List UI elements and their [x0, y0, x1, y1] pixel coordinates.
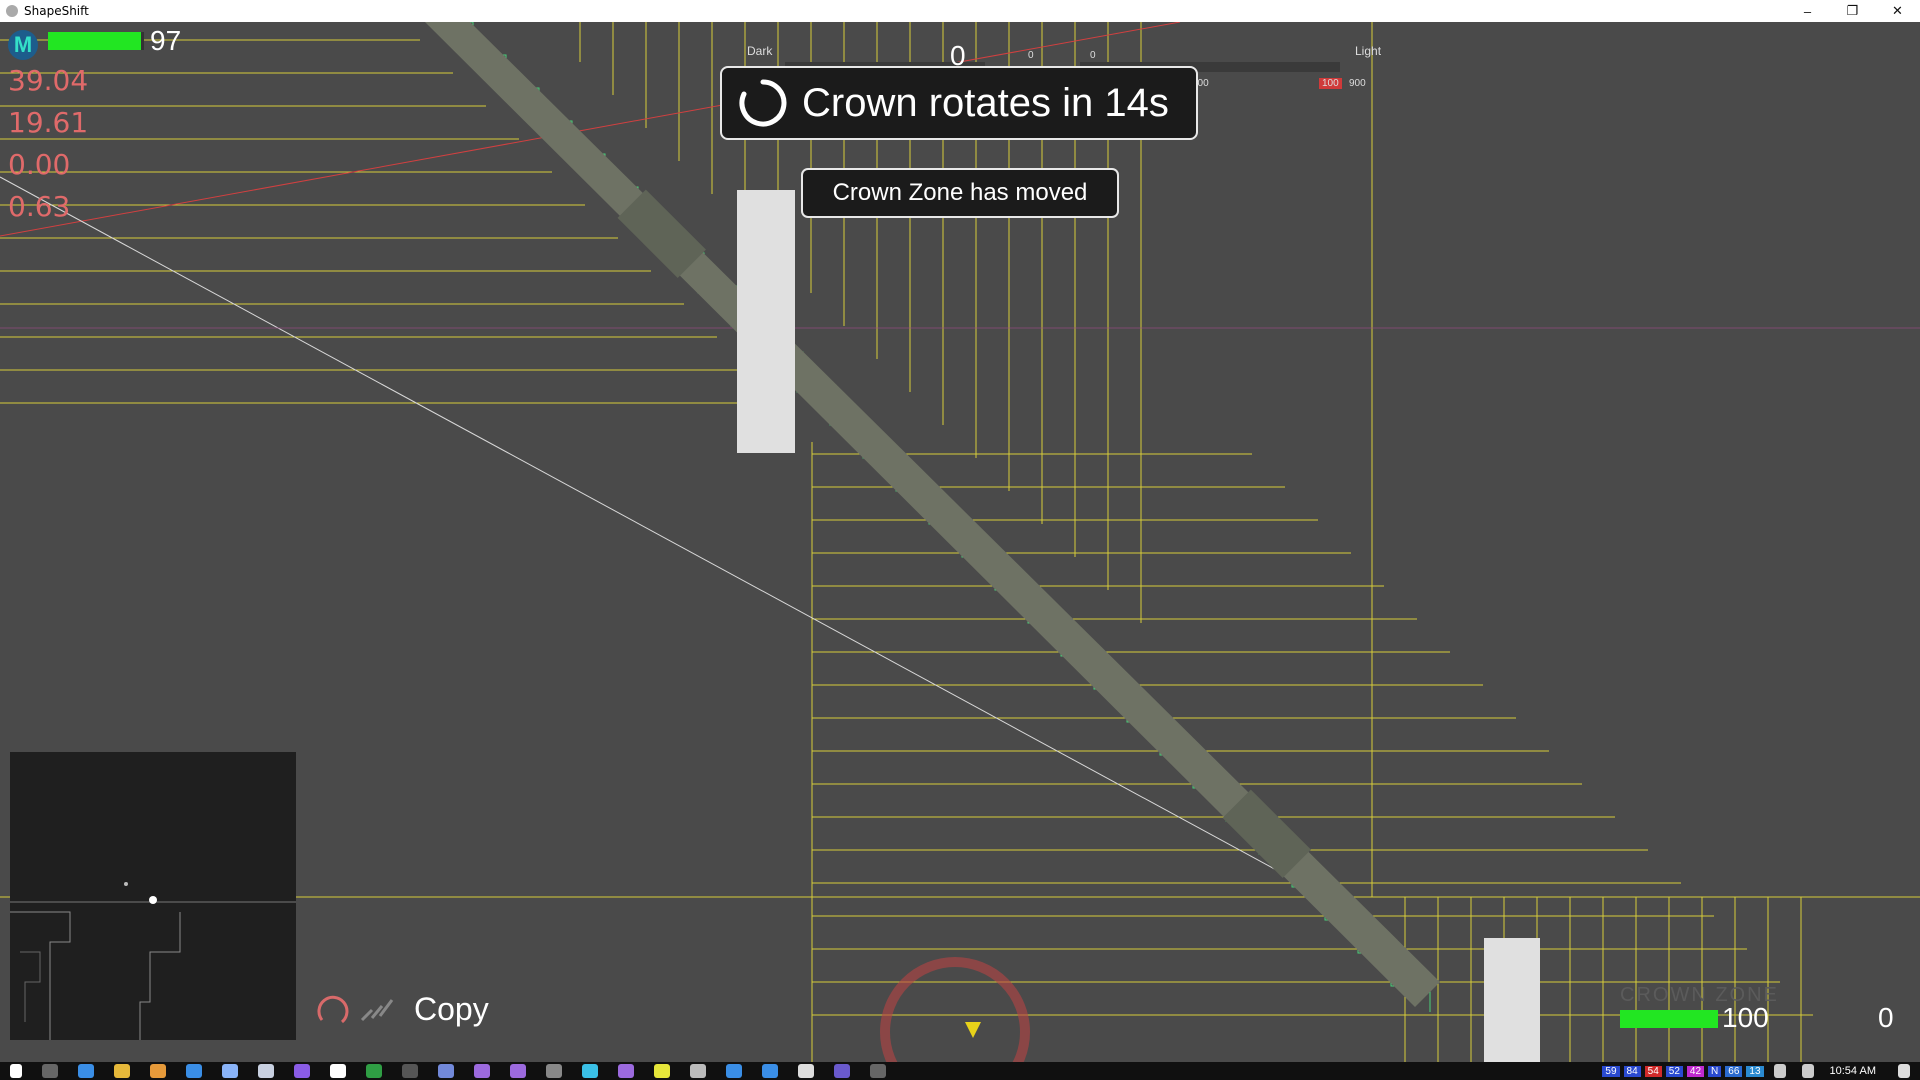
stat-value: 39.04	[8, 64, 89, 97]
crown-health-value: 100	[1722, 1002, 1769, 1033]
stat-value: 19.61	[8, 106, 89, 139]
tray-badge[interactable]: 42	[1686, 1065, 1705, 1077]
tray-badge[interactable]: 66	[1725, 1065, 1743, 1077]
dark-label: Dark	[747, 44, 773, 58]
app-icon[interactable]	[654, 1064, 670, 1078]
steam-icon[interactable]	[258, 1064, 274, 1078]
app-icon[interactable]	[834, 1064, 850, 1078]
app-icon[interactable]	[690, 1064, 706, 1078]
light-max: 900	[1349, 78, 1366, 89]
balance-light-small: 0	[1090, 50, 1096, 61]
tray-badge[interactable]: 13	[1746, 1065, 1764, 1077]
restore-button[interactable]: ❐	[1830, 0, 1875, 22]
window-titlebar: ShapeShift – ❐ ✕	[0, 0, 1920, 22]
notification-icon[interactable]	[1898, 1064, 1910, 1078]
window-title: ShapeShift	[24, 4, 89, 18]
folder-icon[interactable]	[114, 1064, 130, 1078]
stat-value: 0.00	[8, 148, 71, 181]
terminal-icon[interactable]	[402, 1064, 418, 1078]
crown-health-bar	[1620, 1010, 1718, 1028]
taskbar-clock[interactable]: 10:54 AM	[1830, 1065, 1876, 1077]
crown-marker-icon	[965, 1022, 981, 1038]
light-marker: 100	[1319, 78, 1342, 89]
shapeshift-icon[interactable]	[870, 1064, 886, 1078]
network-icon[interactable]	[1801, 1064, 1814, 1078]
app-icon[interactable]	[474, 1064, 490, 1078]
enemy-dot	[124, 882, 128, 886]
app-icon[interactable]	[510, 1064, 526, 1078]
player-dot	[149, 896, 157, 904]
minimize-button[interactable]: –	[1785, 0, 1830, 22]
tray-badge[interactable]: 59	[1602, 1065, 1620, 1077]
white-pillar	[737, 190, 795, 453]
tray-badge[interactable]: N	[1708, 1065, 1722, 1077]
ability-slot[interactable]: Copy	[314, 990, 489, 1028]
stat-value: 0.63	[8, 190, 71, 223]
app-icon[interactable]	[150, 1064, 166, 1078]
crown-timer-text: Crown rotates in 14s	[802, 80, 1169, 125]
app-icon[interactable]	[582, 1064, 598, 1078]
minimap-geometry	[10, 882, 296, 1040]
tray-badge[interactable]: 52	[1665, 1065, 1683, 1077]
app-icon[interactable]	[798, 1064, 814, 1078]
debug-stats: 39.04 19.61 0.00 0.63	[8, 60, 88, 228]
app-icon[interactable]	[726, 1064, 742, 1078]
crown-zone-notification: Crown Zone has moved	[801, 168, 1119, 218]
task-view-icon[interactable]	[42, 1064, 58, 1078]
app-icon	[6, 5, 18, 17]
crown-zone-ring	[880, 957, 1030, 1062]
loading-spinner-icon	[739, 79, 787, 127]
white-pillar	[1484, 938, 1540, 1062]
hook-ability-icon	[317, 995, 349, 1024]
app-icon[interactable]	[222, 1064, 238, 1078]
close-button[interactable]: ✕	[1875, 0, 1920, 22]
crown-timer-panel: Crown rotates in 14s	[720, 66, 1198, 140]
visual-studio-icon[interactable]	[294, 1064, 310, 1078]
tray-badge[interactable]: 84	[1623, 1065, 1641, 1077]
shards-ability-icon	[360, 999, 394, 1022]
light-label: Light	[1355, 44, 1382, 58]
app-icon[interactable]	[330, 1064, 346, 1078]
app-icon[interactable]	[366, 1064, 382, 1078]
app-icon[interactable]	[618, 1064, 634, 1078]
balance-dark-small: 0	[1028, 50, 1034, 61]
player-avatar: M	[8, 30, 38, 60]
ability-label: Copy	[414, 990, 489, 1027]
browser-icon[interactable]	[78, 1064, 94, 1078]
system-tray: 59 84 54 52 42 N 66 13 10:54 AM	[1600, 1064, 1920, 1078]
app-icon[interactable]	[546, 1064, 562, 1078]
minimap[interactable]	[10, 752, 296, 1040]
discord-icon[interactable]	[438, 1064, 454, 1078]
score-value: 0	[1878, 1002, 1894, 1033]
volume-icon[interactable]	[1773, 1064, 1786, 1078]
player-health-bar	[48, 32, 144, 50]
app-icon[interactable]	[186, 1064, 202, 1078]
tray-badge[interactable]: 54	[1644, 1065, 1662, 1077]
app-icon[interactable]	[762, 1064, 778, 1078]
player-health-value: 97	[150, 25, 182, 56]
game-viewport[interactable]: M 97 39.04 19.61 0.00 0.63 Dark Light 0 …	[0, 22, 1920, 1062]
taskbar: 59 84 54 52 42 N 66 13 10:54 AM	[0, 1062, 1920, 1080]
windows-start-icon[interactable]	[10, 1064, 22, 1078]
